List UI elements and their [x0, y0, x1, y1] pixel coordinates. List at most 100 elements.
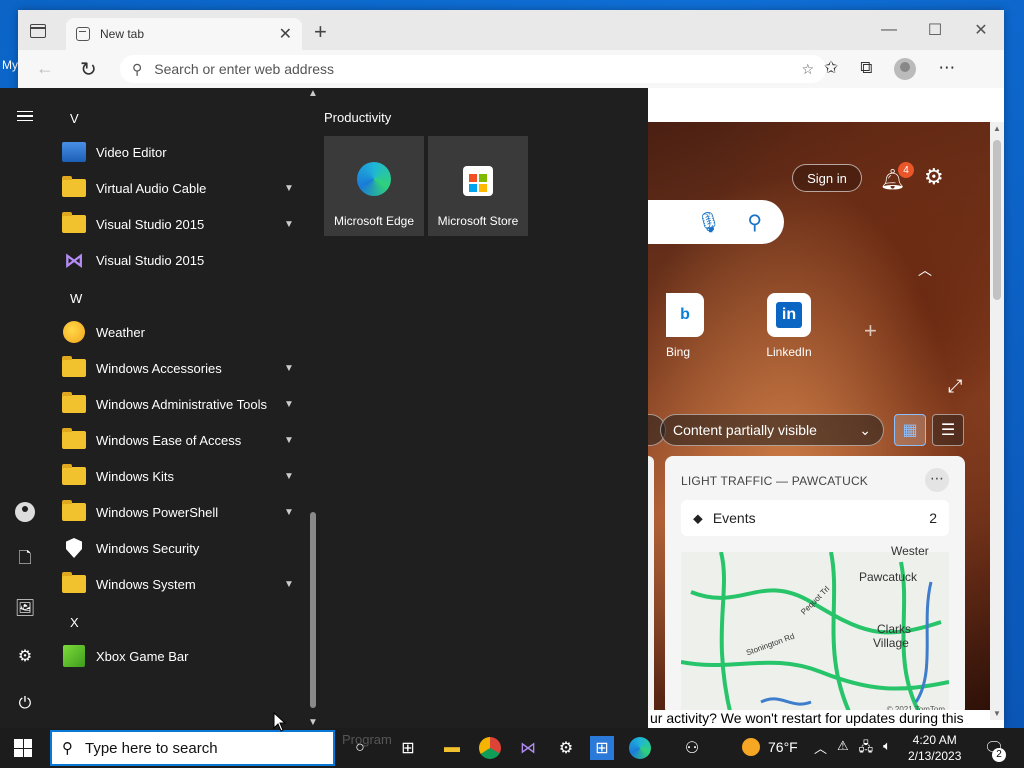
- app-windows-security[interactable]: Windows Security: [50, 530, 306, 566]
- card-more-options-icon[interactable]: ⋯: [925, 468, 949, 492]
- clock[interactable]: 4:20 AM 2/13/2023: [908, 732, 961, 764]
- app-list-scrollbar[interactable]: ▲ ▼: [306, 88, 320, 728]
- settings-gear-icon[interactable]: ⚙: [924, 164, 944, 190]
- network-icon[interactable]: 🖧: [859, 738, 874, 760]
- minimize-button[interactable]: —: [866, 10, 912, 50]
- pictures-icon[interactable]: 🖼︎: [13, 596, 37, 620]
- weather-widget[interactable]: 76°F: [742, 738, 798, 756]
- tab-actions-icon[interactable]: [30, 24, 46, 38]
- quick-link-bing[interactable]: b Bing: [648, 293, 708, 359]
- tab-new-tab[interactable]: New tab ✕: [66, 18, 302, 50]
- task-view-icon[interactable]: ⊞: [396, 736, 420, 760]
- file-explorer-icon[interactable]: ▬: [440, 736, 464, 760]
- volume-icon[interactable]: 🔈︎: [883, 738, 891, 760]
- edge-taskbar-icon[interactable]: [628, 736, 652, 760]
- app-label: Weather: [96, 324, 145, 340]
- search-submit-icon[interactable]: ⚲: [747, 210, 762, 235]
- traffic-map[interactable]: Wester Pawcatuck Clarks Village Stoningt…: [680, 544, 950, 716]
- add-favorite-icon[interactable]: ☆: [801, 61, 814, 78]
- folder-windows-kits[interactable]: Windows Kits ▼: [50, 458, 306, 494]
- windows-taskbar-icon[interactable]: ⊞: [590, 736, 614, 760]
- tile-microsoft-store[interactable]: Microsoft Store: [428, 136, 528, 236]
- system-tray: ︿ ⚠ 🖧 🔈︎: [814, 738, 891, 760]
- start-menu: 🗋 🖼︎ ⚙ ⏻ V Video Editor Virtual Audio Ca…: [0, 88, 648, 728]
- people-icon[interactable]: ⚇: [680, 736, 704, 760]
- chevron-down-icon: ▼: [284, 182, 294, 194]
- traffic-events-row[interactable]: ⬥ Events 2: [681, 500, 949, 536]
- scroll-up-icon[interactable]: ▲: [308, 88, 318, 99]
- app-xbox-game-bar[interactable]: Xbox Game Bar: [50, 638, 306, 674]
- add-quick-link-icon[interactable]: +: [864, 318, 877, 344]
- profile-icon[interactable]: [894, 58, 917, 80]
- scroll-down-icon[interactable]: ▼: [308, 717, 318, 728]
- documents-icon[interactable]: 🗋: [13, 548, 37, 572]
- taskbar-search-box[interactable]: ⚲ Type here to search: [50, 730, 335, 766]
- folder-windows-system[interactable]: Windows System ▼: [50, 566, 306, 602]
- tile-label: Microsoft Edge: [333, 214, 415, 228]
- chevron-down-icon: ▼: [284, 506, 294, 518]
- app-visual-studio-2015[interactable]: ⋈ Visual Studio 2015: [50, 242, 306, 278]
- app-video-editor[interactable]: Video Editor: [50, 134, 306, 170]
- list-layout-button[interactable]: ☰: [932, 414, 964, 446]
- folder-windows-accessories[interactable]: Windows Accessories ▼: [50, 350, 306, 386]
- start-button[interactable]: [14, 739, 32, 757]
- feed-card-edge: [648, 456, 654, 720]
- close-tab-icon[interactable]: ✕: [279, 24, 292, 44]
- folder-icon: [62, 176, 86, 200]
- app-label: Visual Studio 2015: [96, 252, 205, 268]
- quick-link-linkedin[interactable]: in LinkedIn: [744, 293, 834, 359]
- app-weather[interactable]: Weather: [50, 314, 306, 350]
- more-options-icon[interactable]: ⋯: [938, 58, 955, 80]
- scrollbar-thumb[interactable]: [993, 140, 1001, 300]
- address-input[interactable]: ⚲ Search or enter web address ☆: [120, 55, 826, 83]
- folder-virtual-audio-cable[interactable]: Virtual Audio Cable ▼: [50, 170, 306, 206]
- new-tab-button[interactable]: +: [314, 21, 327, 43]
- settings-taskbar-icon[interactable]: ⚙: [554, 736, 578, 760]
- scroll-up-icon[interactable]: ▲: [993, 124, 1001, 133]
- visual-studio-taskbar-icon[interactable]: ⋈: [516, 736, 540, 760]
- maximize-button[interactable]: ☐: [912, 10, 958, 50]
- grid-layout-button[interactable]: ▦: [894, 414, 926, 446]
- tile-group-title[interactable]: Productivity: [324, 110, 391, 125]
- hamburger-menu-icon[interactable]: [13, 104, 37, 128]
- desktop-icon-label[interactable]: My: [2, 58, 18, 72]
- chrome-icon[interactable]: [478, 736, 502, 760]
- network-warning-icon[interactable]: ⚠: [837, 738, 849, 760]
- power-icon[interactable]: ⏻: [13, 692, 37, 716]
- traffic-card-title: LIGHT TRAFFIC — PAWCATUCK: [681, 474, 869, 488]
- refresh-button[interactable]: ↻: [80, 57, 97, 82]
- settings-icon[interactable]: ⚙: [13, 644, 37, 668]
- collapse-chevron-icon[interactable]: ︿: [918, 260, 932, 280]
- web-search-box[interactable]: 🎙︎ ⚲: [648, 200, 784, 244]
- microphone-icon[interactable]: 🎙︎: [696, 210, 721, 235]
- letter-label: W: [70, 290, 83, 306]
- collections-icon[interactable]: ⧉: [860, 58, 872, 80]
- traffic-card[interactable]: LIGHT TRAFFIC — PAWCATUCK ⋯ ⬥ Events 2 W…: [665, 456, 965, 716]
- back-button[interactable]: ←: [36, 58, 54, 79]
- map-label: Wester: [891, 544, 929, 558]
- content-visibility-value: Content partially visible: [673, 422, 817, 438]
- folder-windows-administrative-tools[interactable]: Windows Administrative Tools ▼: [50, 386, 306, 422]
- folder-icon: [62, 464, 86, 488]
- sign-in-button[interactable]: Sign in: [792, 164, 862, 192]
- folder-windows-powershell[interactable]: Windows PowerShell ▼: [50, 494, 306, 530]
- content-visibility-dropdown[interactable]: Content partially visible ⌄: [660, 414, 884, 446]
- show-hidden-icons-icon[interactable]: ︿: [814, 738, 827, 760]
- user-account-icon[interactable]: [13, 500, 37, 524]
- page-scrollbar[interactable]: ▲ ▼: [990, 122, 1004, 720]
- letter-label: X: [70, 614, 79, 630]
- scrollbar-thumb[interactable]: [310, 512, 316, 708]
- favorites-icon[interactable]: ✩: [824, 58, 838, 80]
- scroll-down-icon[interactable]: ▼: [993, 709, 1001, 718]
- search-icon: ⚲: [132, 60, 143, 77]
- close-window-button[interactable]: ✕: [958, 10, 1004, 50]
- letter-header-v[interactable]: V: [50, 100, 306, 136]
- weather-temp: 76°F: [768, 739, 798, 755]
- letter-header-w[interactable]: W: [50, 280, 306, 316]
- app-label: Windows PowerShell: [96, 504, 219, 520]
- tile-microsoft-edge[interactable]: Microsoft Edge: [324, 136, 424, 236]
- folder-visual-studio-2015[interactable]: Visual Studio 2015 ▼: [50, 206, 306, 242]
- letter-header-x[interactable]: X: [50, 604, 306, 640]
- folder-windows-ease-of-access[interactable]: Windows Ease of Access ▼: [50, 422, 306, 458]
- expand-icon[interactable]: ⤢: [948, 376, 962, 397]
